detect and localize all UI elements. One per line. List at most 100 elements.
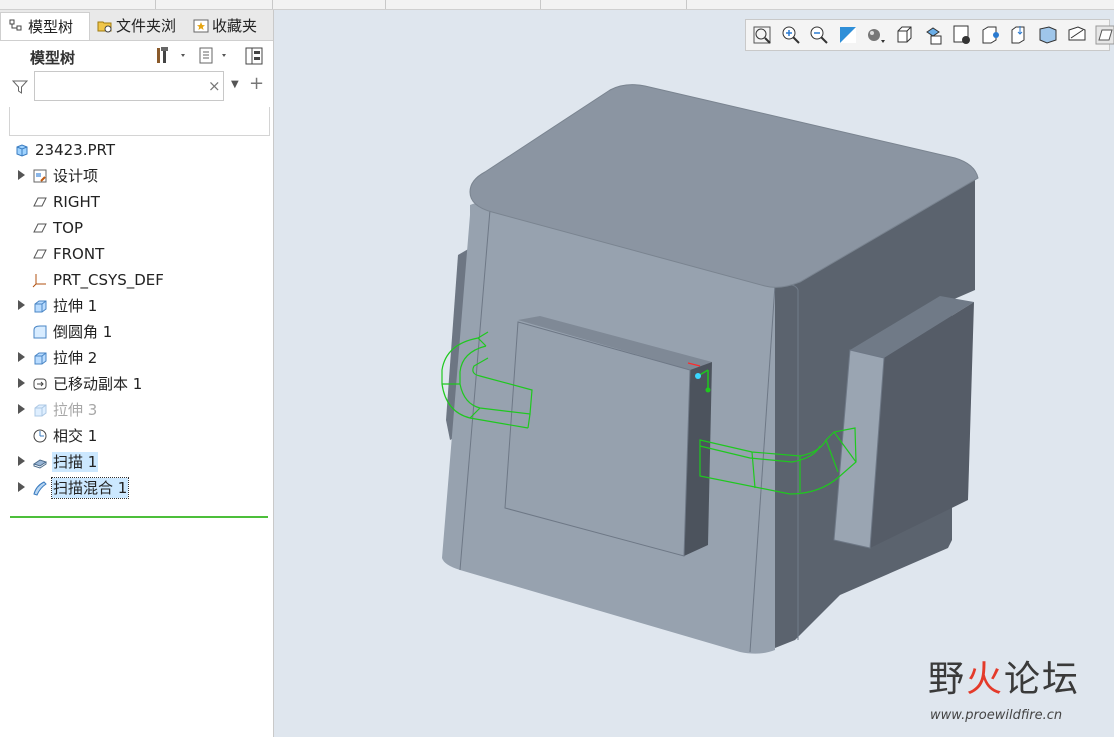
extrude-icon [34,352,47,365]
tab-model-tree[interactable]: 模型树 [0,12,90,40]
extrude-icon [34,404,47,417]
expand-arrow-icon[interactable] [18,482,25,492]
design-items-icon [33,169,47,183]
show-icon[interactable] [198,46,232,66]
section-icon[interactable] [1094,24,1114,46]
tree-node[interactable]: 扫描混合 1 [0,476,273,502]
expand-arrow-icon[interactable] [18,170,25,180]
appearance-icon[interactable] [1066,24,1088,46]
tree-node-label: 扫描混合 1 [50,477,130,499]
saved-orientations-icon[interactable] [894,24,916,46]
tree-node-label: PRT_CSYS_DEF [53,271,164,289]
zoom-out-icon[interactable] [808,24,830,46]
tree-node-label: 拉伸 3 [53,401,98,419]
tree-node[interactable]: TOP [0,216,273,242]
tree-node-label: TOP [53,219,84,237]
watermark-char: 论坛 [1004,659,1081,700]
ribbon-separator [385,0,386,9]
model-tree-panel: 模型树 文件夹浏 收藏夹 模型树 × ▼ + 23423.PRT 设计项 RIG… [0,10,274,737]
tree-node[interactable]: 扫描 1 [0,450,273,476]
coordinate-system-icon [32,274,46,288]
expand-arrow-icon[interactable] [18,456,25,466]
datum-display-icon[interactable] [980,24,1002,46]
chevron-down-icon[interactable]: ▼ [231,79,239,90]
tree-node-label: FRONT [53,245,105,263]
tree-node[interactable]: 设计项 [0,164,273,190]
ribbon-strip [0,0,1114,10]
watermark-char: 火 [966,659,1005,700]
annotation-display-icon[interactable] [1008,24,1030,46]
spin-center-icon[interactable] [1037,24,1059,46]
tab-favorites[interactable]: 收藏夹 [193,12,273,40]
tree-node-label: 拉伸 1 [53,297,98,315]
tree-node-label: 拉伸 2 [53,349,98,367]
tree-node[interactable]: FRONT [0,242,273,268]
expand-arrow-icon[interactable] [18,300,25,310]
add-filter-icon[interactable]: + [249,73,264,94]
panel-title: 模型树 [30,49,76,67]
part-model [441,84,979,654]
tree-node[interactable]: 23423.PRT [0,138,273,164]
filter-row: × ▼ + [12,71,272,105]
watermark-url: www.proewildfire.cn [930,708,1063,723]
tree-columns-icon[interactable] [244,46,266,66]
tree-node-label: 设计项 [53,167,99,185]
ribbon-separator [272,0,273,9]
tree-node-label: 倒圆角 1 [53,323,113,341]
graphics-area[interactable] [274,10,1114,737]
insert-here-marker[interactable] [10,516,268,518]
tree-node-label: RIGHT [53,193,100,211]
tree-node-label: 相交 1 [53,427,98,445]
zoom-in-icon[interactable] [780,24,802,46]
tree-node[interactable]: 拉伸 3 [0,398,273,424]
ribbon-separator [155,0,156,9]
repaint-icon[interactable] [837,24,859,46]
tab-folder-browser[interactable]: 文件夹浏 [97,12,185,40]
swept-blend-icon [33,481,47,496]
refit-icon[interactable] [751,24,773,46]
settings-icon[interactable] [155,46,189,66]
intersect-icon [33,429,47,443]
search-input[interactable] [34,71,224,101]
filter-icon[interactable] [12,79,28,95]
watermark: 野火论坛 www.proewildfire.cn [928,650,1108,730]
view-manager-icon[interactable] [923,24,945,46]
ribbon-separator [540,0,541,9]
tree-node[interactable]: 倒圆角 1 [0,320,273,346]
perspective-icon[interactable] [951,24,973,46]
tree-node-label: 已移动副本 1 [53,375,143,393]
tab-label: 文件夹浏 [116,17,177,35]
tree-node[interactable]: 相交 1 [0,424,273,450]
extrude-icon [34,300,47,313]
tree-node-label: 23423.PRT [35,141,116,159]
moved-copy-icon [33,378,47,390]
datum-plane-icon [33,223,47,233]
expand-arrow-icon[interactable] [18,352,25,362]
tree-node[interactable]: 已移动副本 1 [0,372,273,398]
datum-plane-icon [33,197,47,207]
view-toolbar [745,19,1114,51]
round-icon [33,325,47,339]
model-tree-icon [9,19,22,31]
part-icon [16,144,28,157]
tab-label: 收藏夹 [212,17,258,35]
expand-arrow-icon[interactable] [18,404,25,414]
tree-node[interactable]: 拉伸 1 [0,294,273,320]
tree-node[interactable]: RIGHT [0,190,273,216]
tab-label: 模型树 [28,18,74,36]
expand-arrow-icon[interactable] [18,378,25,388]
favorites-icon [193,19,209,33]
folder-browser-icon [97,21,112,33]
clear-search-icon[interactable]: × [208,77,221,95]
sweep-icon [32,459,48,469]
panel-tabs: 模型树 文件夹浏 收藏夹 [0,10,273,41]
tree-node-label: 扫描 1 [52,452,99,472]
watermark-title: 野火论坛 [928,650,1080,702]
tree-node[interactable]: PRT_CSYS_DEF [0,268,273,294]
display-style-icon[interactable] [865,24,887,46]
tree-node[interactable]: 拉伸 2 [0,346,273,372]
datum-plane-icon [33,249,47,259]
filter-results-area [9,107,270,136]
ribbon-separator [686,0,687,9]
watermark-char: 野 [928,659,967,700]
